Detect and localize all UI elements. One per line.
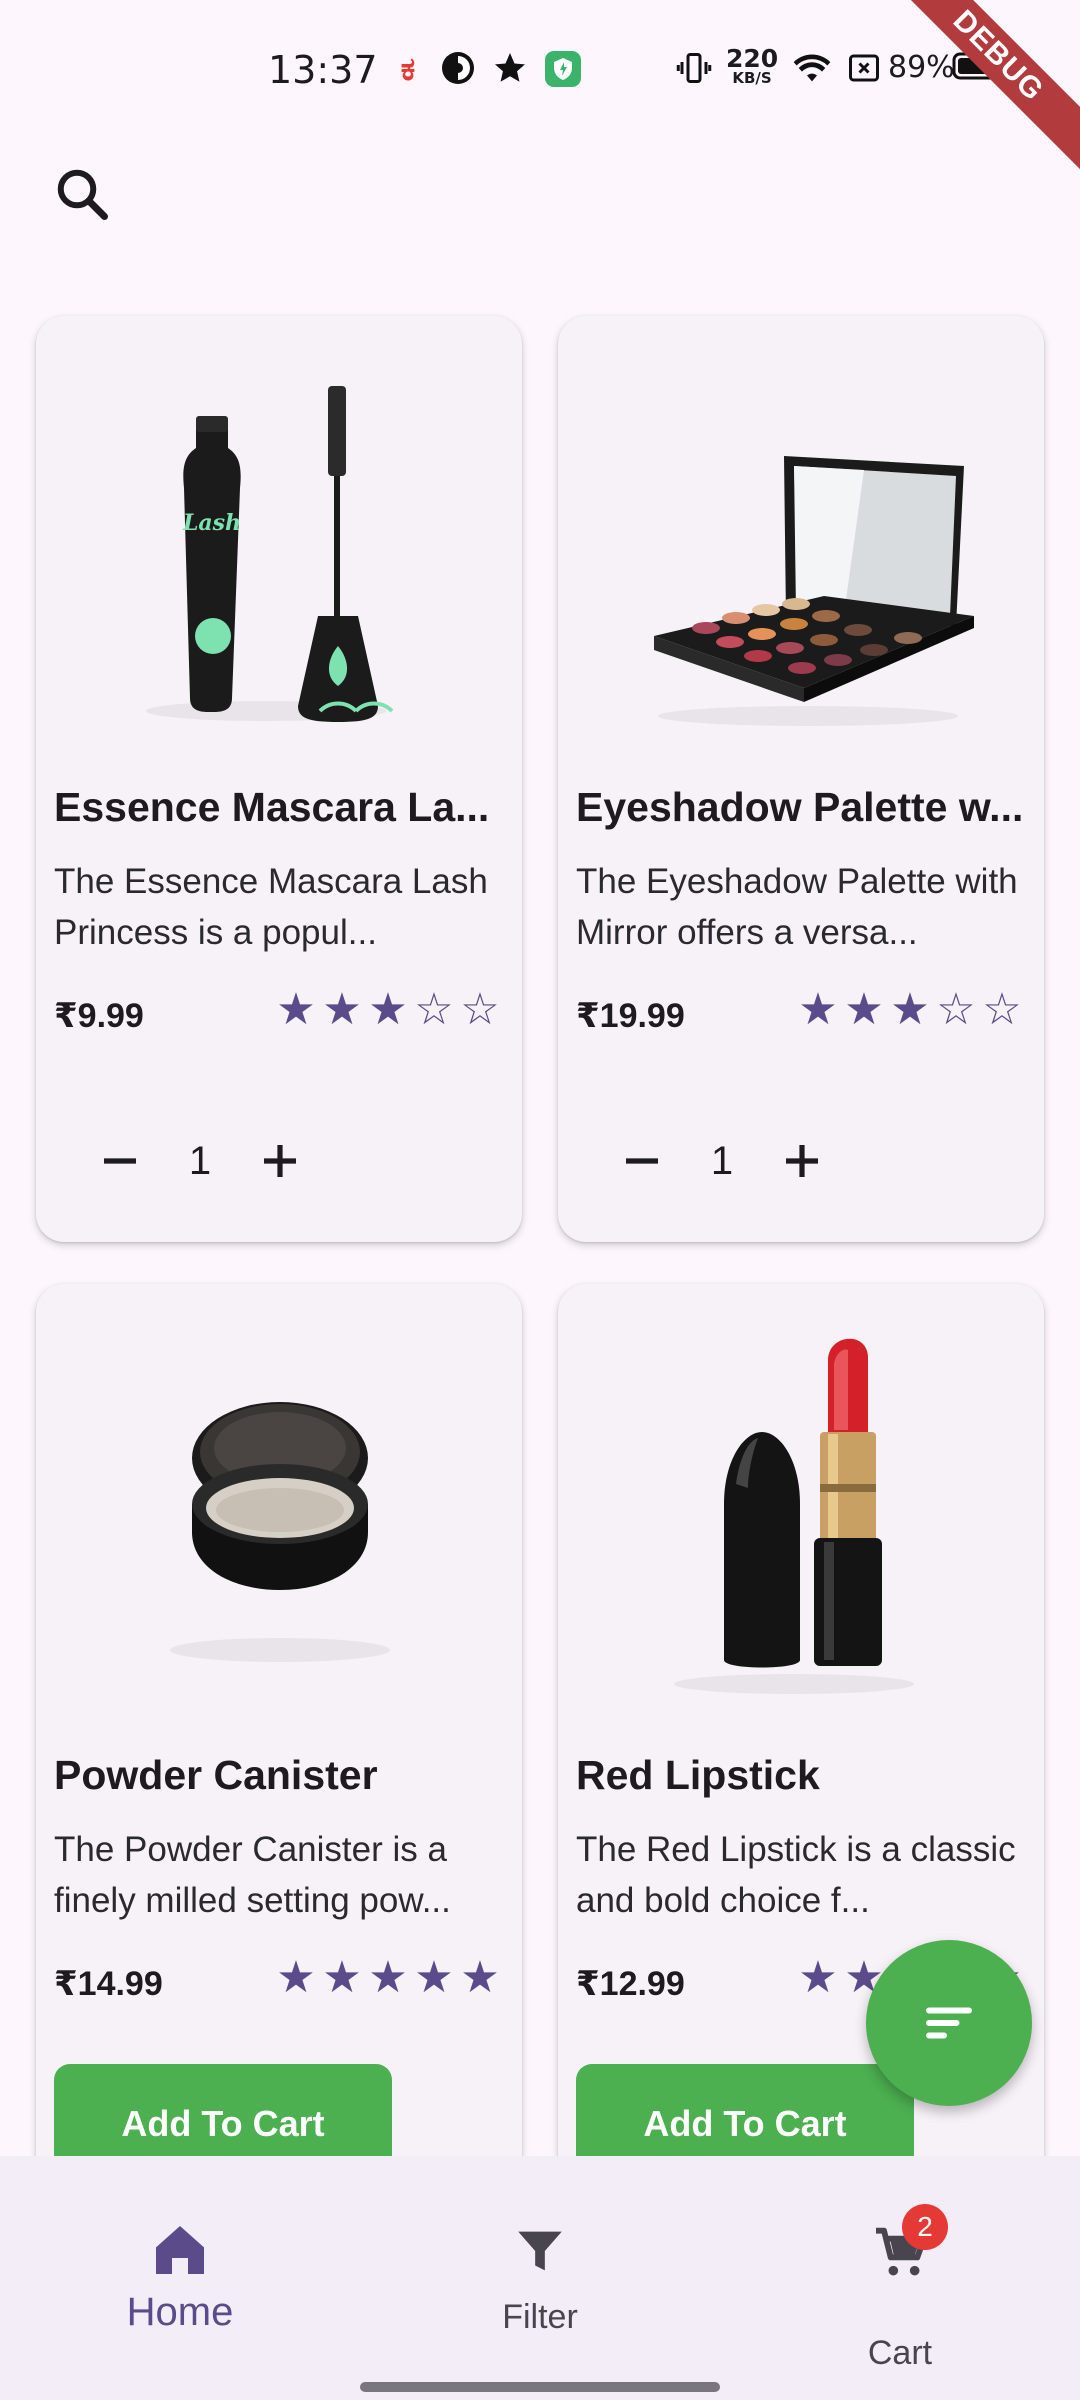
wifi-icon [792,50,832,86]
product-card[interactable]: Lash Essence Mascara La... The Essence M… [36,316,522,1242]
plus-icon [264,1145,296,1177]
star-filled-icon: ★ [460,1953,500,2002]
product-price: ₹9.99 [54,997,144,1035]
star-filled-icon: ★ [368,1953,408,2002]
product-image-lipstick [558,1284,1044,1724]
star-empty-icon: ☆ [936,985,976,1034]
search-button[interactable] [46,158,118,230]
star-filled-icon: ★ [368,985,408,1034]
svg-text:ಕ: ಕ [401,50,415,86]
star-filled-icon: ★ [276,1953,316,2002]
nav-label-home: Home [126,2290,234,2334]
product-price: ₹14.99 [54,1965,163,2003]
notification-circle-icon [440,50,476,86]
product-name: Eyeshadow Palette w... [576,784,1024,830]
plus-icon [786,1145,818,1177]
star-notification-icon [492,50,528,86]
bottom-navigation: Home Filter 2 Cart [0,2156,1080,2400]
product-image-mascara: Lash [36,316,522,756]
nav-item-home[interactable]: Home [0,2156,360,2400]
nav-item-cart[interactable]: 2 Cart [720,2156,1080,2400]
shield-app-icon [544,50,582,88]
vibrate-icon [676,50,712,86]
product-card[interactable]: Red Lipstick The Red Lipstick is a class… [558,1284,1044,2284]
product-image-powder [36,1284,522,1724]
star-empty-icon: ☆ [414,985,454,1034]
home-icon [156,2226,204,2274]
star-filled-icon: ★ [276,985,316,1034]
search-icon [57,169,108,220]
net-speed: 220 KB/S [726,46,778,86]
star-filled-icon: ★ [322,985,362,1034]
decrement-button[interactable] [84,1125,156,1197]
nav-item-filter[interactable]: Filter [360,2156,720,2400]
product-image-eyeshadow [558,316,1044,756]
star-filled-icon: ★ [890,985,930,1034]
rating-stars: ★ ★ ★ ☆ ☆ [796,988,1024,1032]
nav-label-filter: Filter [502,2298,578,2336]
star-filled-icon: ★ [798,985,838,1034]
star-filled-icon: ★ [844,985,884,1034]
decrement-button[interactable] [606,1125,678,1197]
quantity-stepper: 1 [606,1116,846,1206]
product-description: The Eyeshadow Palette with Mirror offers… [576,862,1018,952]
product-description: The Red Lipstick is a classic and bold c… [576,1830,1016,1920]
product-description: The Essence Mascara Lash Princess is a p… [54,862,488,952]
product-card[interactable]: Powder Canister The Powder Canister is a… [36,1284,522,2284]
product-price: ₹12.99 [576,1965,685,2003]
star-empty-icon: ☆ [982,985,1022,1034]
product-name: Powder Canister [54,1752,378,1798]
increment-button[interactable] [766,1125,838,1197]
product-name: Essence Mascara La... [54,784,490,830]
battery-percent: 89% [888,50,955,85]
gesture-home-indicator[interactable] [360,2382,720,2392]
product-price: ₹19.99 [576,997,685,1035]
star-filled-icon: ★ [322,1953,362,2002]
no-sim-icon [846,50,882,86]
filter-icon [518,2231,562,2271]
status-time: 13:37 [268,48,378,92]
star-empty-icon: ☆ [460,985,500,1034]
rating-stars: ★ ★ ★ ★ ★ [274,1956,502,2000]
debug-banner: DEBUG [869,0,1080,185]
notification-app-icon: ಕ [390,50,426,86]
product-card[interactable]: Eyeshadow Palette w... The Eyeshadow Pal… [558,316,1044,1242]
quantity-value: 1 [188,1138,212,1183]
star-filled-icon: ★ [798,1953,838,2002]
net-speed-value: 220 [726,44,779,73]
quantity-value: 1 [710,1138,734,1183]
svg-text:Lash: Lash [182,510,241,536]
product-description: The Powder Canister is a finely milled s… [54,1830,451,1920]
cart-count-badge: 2 [902,2204,948,2250]
status-bar: 13:37 ಕ 220 KB/S 89% DEBUG [0,0,1080,185]
minus-icon [626,1158,658,1164]
net-speed-unit: KB/S [732,69,772,87]
nav-label-cart: Cart [867,2334,933,2372]
minus-icon [104,1158,136,1164]
rating-stars: ★ ★ ★ ☆ ☆ [274,988,502,1032]
star-filled-icon: ★ [414,1953,454,2002]
sort-icon [926,2007,972,2039]
product-name: Red Lipstick [576,1752,820,1798]
increment-button[interactable] [244,1125,316,1197]
quantity-stepper: 1 [84,1116,324,1206]
sort-fab-button[interactable] [866,1940,1032,2106]
